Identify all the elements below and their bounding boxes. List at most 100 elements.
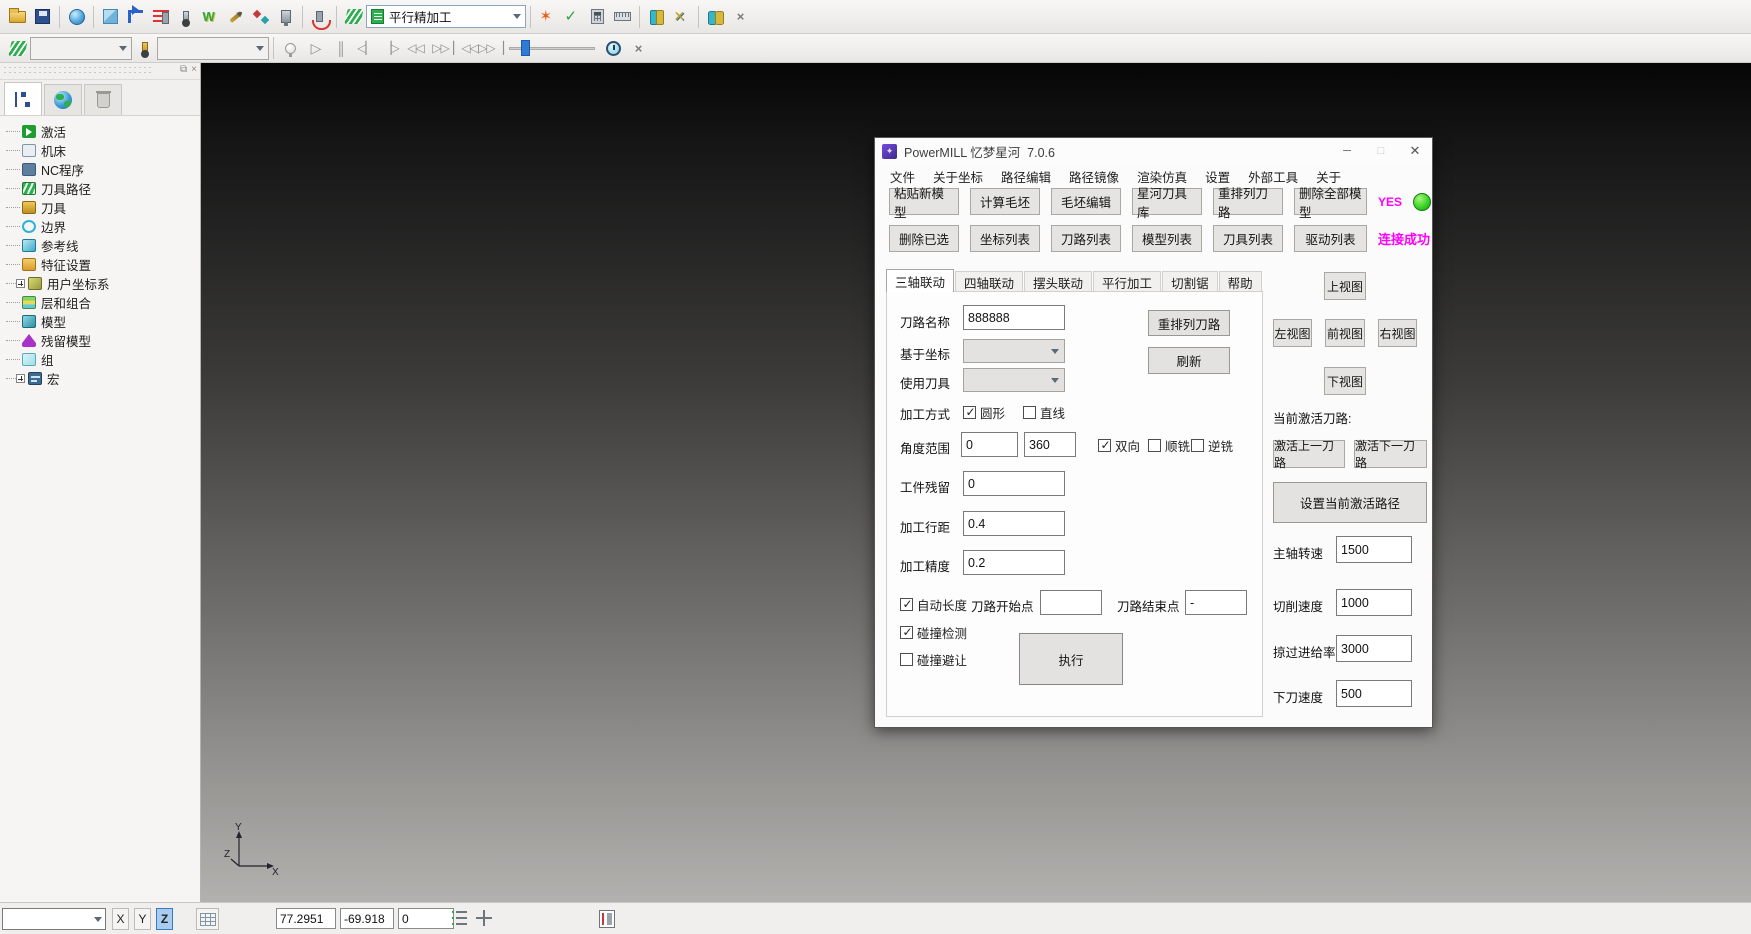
climb-mill-checkbox[interactable]: 顺铣 [1148, 436, 1190, 455]
save-project-icon[interactable] [30, 4, 55, 29]
view-left-button[interactable]: 左视图 [1273, 319, 1312, 347]
toolpath-name-input[interactable] [963, 305, 1065, 330]
tree-item-toolpaths[interactable]: 刀具路径 [6, 179, 200, 198]
play-button[interactable]: ▷ [303, 36, 328, 61]
clock-icon[interactable] [601, 36, 626, 61]
step-forward-button[interactable]: ▕▷ [378, 36, 403, 61]
view-front-button[interactable]: 前视图 [1325, 319, 1365, 347]
drive-list-button[interactable]: 驱动列表 [1294, 225, 1367, 252]
close-button[interactable]: ✕ [1398, 139, 1432, 163]
open-project-icon[interactable] [5, 4, 30, 29]
tab-3axis[interactable]: 三轴联动 [886, 269, 954, 292]
minimize-button[interactable]: ─ [1330, 139, 1364, 163]
explorer-world-tab[interactable] [44, 84, 82, 115]
line-checkbox[interactable]: 直线 [1023, 403, 1065, 422]
menu-path-mirror[interactable]: 路径镜像 [1060, 167, 1128, 186]
list-options-icon[interactable] [452, 909, 470, 929]
pause-button[interactable]: ║ [328, 36, 353, 61]
tool-combobox[interactable] [157, 37, 269, 60]
refresh-button[interactable]: 刷新 [1148, 347, 1230, 374]
explorer-panel-header[interactable]: ⧉ × [0, 63, 200, 80]
tree-item-workplanes[interactable]: 用户坐标系 [6, 274, 200, 293]
points-icon[interactable] [248, 4, 273, 29]
transform-icon[interactable] [669, 4, 694, 29]
collision-avoid-checkbox[interactable]: 碰撞避让 [900, 650, 967, 669]
tree-item-nc-programs[interactable]: NC程序 [6, 160, 200, 179]
tree-item-groups[interactable]: 组 [6, 350, 200, 369]
execute-button[interactable]: 执行 [1019, 633, 1123, 685]
auto-length-checkbox[interactable]: 自动长度 [900, 595, 967, 614]
tree-item-patterns[interactable]: 参考线 [6, 236, 200, 255]
axis-z-button[interactable]: Z [156, 908, 173, 930]
view-right-button[interactable]: 右视图 [1378, 319, 1417, 347]
tab-saw[interactable]: 切割锯 [1162, 271, 1218, 292]
end-point-input[interactable] [1185, 590, 1247, 615]
toolpath-list-button[interactable]: 刀路列表 [1051, 225, 1121, 252]
toolpath-ribbon-icon[interactable] [5, 36, 30, 61]
start-point-input[interactable] [1040, 590, 1102, 615]
collision-check-checkbox[interactable]: 碰撞检测 [900, 623, 967, 642]
coordinate-x-input[interactable] [276, 908, 336, 929]
view-mode-combobox[interactable] [2, 908, 106, 930]
tool-icon[interactable] [132, 36, 157, 61]
stock-model-icon[interactable] [703, 4, 728, 29]
collision-check-icon[interactable] [535, 4, 560, 29]
conventional-mill-checkbox[interactable]: 逆铣 [1191, 436, 1233, 455]
explorer-trash-tab[interactable] [84, 84, 122, 115]
tab-help[interactable]: 帮助 [1219, 271, 1262, 292]
circle-checkbox[interactable]: 圆形 [963, 403, 1005, 422]
orientation-cross-icon[interactable] [475, 909, 493, 929]
go-to-start-button[interactable]: ▏◁◁ [453, 36, 478, 61]
tab-head-tilt[interactable]: 摆头联动 [1024, 271, 1092, 292]
clipboard-panel-icon[interactable] [599, 910, 615, 928]
tree-item-macros[interactable]: 宏 [6, 369, 200, 388]
tab-parallel[interactable]: 平行加工 [1093, 271, 1161, 292]
tool-library-button[interactable]: 星河刀具库 [1132, 188, 1202, 215]
tool-compare-icon[interactable] [644, 4, 669, 29]
reorder-button[interactable]: 重排列刀路 [1148, 310, 1230, 336]
leads-links-icon[interactable] [123, 4, 148, 29]
view-top-button[interactable]: 上视图 [1324, 272, 1366, 300]
verify-toolpath-icon[interactable] [560, 4, 585, 29]
rewind-button[interactable]: ◁◁ [403, 36, 428, 61]
set-active-path-button[interactable]: 设置当前激活路径 [1273, 482, 1427, 523]
coord-base-combobox[interactable] [963, 339, 1065, 363]
explorer-tree-tab[interactable] [4, 82, 42, 115]
tab-4axis[interactable]: 四轴联动 [955, 271, 1023, 292]
stock-allowance-input[interactable] [963, 471, 1065, 496]
workplane-icon[interactable] [223, 4, 248, 29]
strategy-combobox[interactable]: 平行精加工 [366, 5, 526, 28]
measure-icon[interactable] [610, 4, 635, 29]
spindle-speed-input[interactable] [1336, 536, 1412, 563]
reorder-toolpaths-button[interactable]: 重排列刀路 [1213, 188, 1283, 215]
tree-item-tools[interactable]: 刀具 [6, 198, 200, 217]
tolerance-input[interactable] [963, 550, 1065, 575]
grid-toggle-button[interactable] [196, 908, 219, 930]
axis-y-button[interactable]: Y [134, 908, 151, 930]
tree-item-models[interactable]: 模型 [6, 312, 200, 331]
dialog-titlebar[interactable]: PowerMILL 忆梦星河 7.0.6 ─ □ ✕ [875, 138, 1432, 164]
activate-prev-button[interactable]: 激活上一刀路 [1273, 440, 1345, 468]
panel-float-icon[interactable]: ⧉ [180, 64, 187, 75]
block-icon[interactable] [98, 4, 123, 29]
simulate-icon[interactable] [307, 4, 332, 29]
axis-x-button[interactable]: X [112, 908, 129, 930]
tree-item-stock-models[interactable]: 残留模型 [6, 331, 200, 350]
panel-close-icon[interactable]: × [191, 64, 197, 75]
skim-feed-input[interactable] [1336, 635, 1412, 662]
coordinate-z-input[interactable] [398, 908, 454, 929]
slider-handle[interactable] [521, 40, 530, 56]
expand-icon[interactable] [16, 374, 25, 383]
menu-path-edit[interactable]: 路径编辑 [992, 167, 1060, 186]
use-tool-combobox[interactable] [963, 368, 1065, 392]
cutting-feed-input[interactable] [1336, 589, 1412, 616]
sim-toolbar-close-icon[interactable]: × [626, 36, 651, 61]
view-bottom-button[interactable]: 下视图 [1324, 367, 1366, 395]
model-list-button[interactable]: 模型列表 [1132, 225, 1202, 252]
coord-list-button[interactable]: 坐标列表 [970, 225, 1040, 252]
angle-to-input[interactable] [1024, 432, 1076, 457]
delete-all-models-button[interactable]: 删除全部模型 [1294, 188, 1367, 215]
calc-block-button[interactable]: 计算毛坯 [970, 188, 1040, 215]
plunge-feed-input[interactable] [1336, 680, 1412, 707]
tree-item-feature-sets[interactable]: 特征设置 [6, 255, 200, 274]
